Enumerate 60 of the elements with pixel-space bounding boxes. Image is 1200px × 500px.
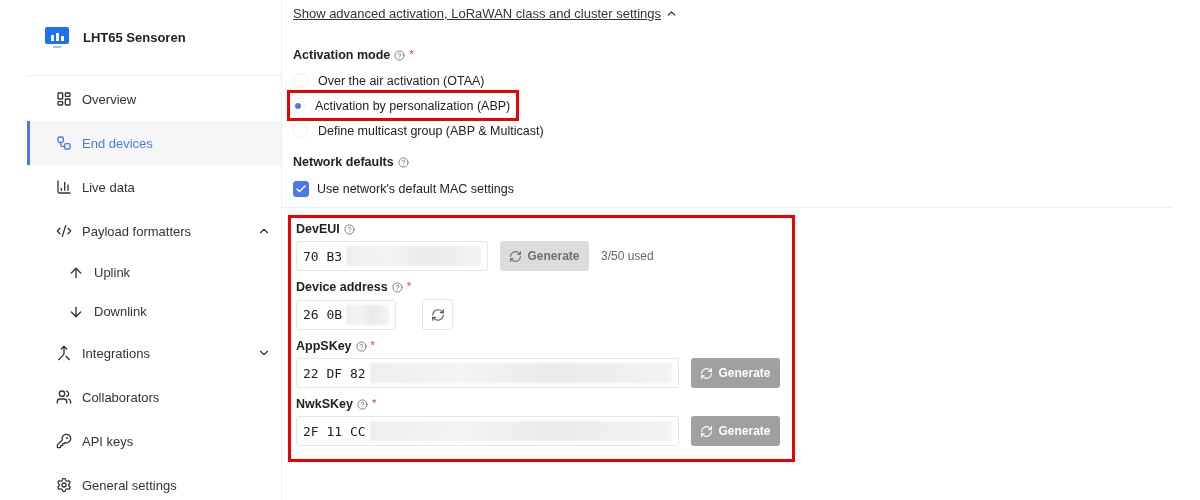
refresh-icon — [430, 307, 445, 322]
help-icon[interactable] — [394, 49, 406, 61]
sidebar-item[interactable]: Live data — [27, 165, 281, 209]
monitor-icon — [45, 26, 69, 49]
field-value: 2F 11 CC — [303, 423, 366, 439]
sidebar-item[interactable]: Downlink — [27, 292, 281, 331]
radio-option[interactable]: Define multicast group (ABP & Multicast) — [293, 118, 550, 143]
required-mark: * — [372, 397, 377, 409]
bar-chart-icon — [56, 179, 72, 195]
network-icon — [56, 135, 72, 151]
field-value: 22 DF 82 — [303, 365, 366, 381]
field-label: DevEUI — [296, 222, 340, 236]
advanced-settings-link[interactable]: Show advanced activation, LoRaWAN class and cluster settings — [293, 6, 662, 21]
settings-icon — [56, 477, 72, 493]
checkbox-label: Use network's default MAC settings — [317, 182, 514, 196]
help-icon[interactable] — [343, 223, 355, 235]
regenerate-button[interactable] — [422, 299, 453, 330]
dashboard-icon — [56, 91, 72, 107]
key-icon — [56, 433, 72, 449]
checkbox[interactable] — [293, 181, 309, 197]
merge-icon — [56, 345, 72, 361]
radio-label: Define multicast group (ABP & Multicast) — [318, 123, 544, 138]
radio-option[interactable]: Activation by personalization (ABP) — [290, 93, 517, 118]
radio-label: Activation by personalization (ABP) — [315, 98, 511, 113]
field-label: NwkSKey — [296, 397, 353, 411]
sidebar-item[interactable]: Overview — [27, 77, 281, 121]
field-label: AppSKey — [296, 339, 352, 353]
input-field[interactable]: 2F 11 CC — [296, 416, 679, 446]
application-title: LHT65 Sensoren — [83, 30, 186, 45]
field-label: Activation mode — [293, 48, 391, 62]
radio-option[interactable]: Over the air activation (OTAA) — [293, 68, 491, 93]
sidebar-item[interactable]: End devices — [27, 121, 281, 165]
help-icon[interactable] — [397, 156, 409, 168]
input-field[interactable]: 26 0B — [296, 299, 396, 330]
check-icon — [295, 183, 307, 195]
sidebar-item[interactable]: API keys — [27, 419, 281, 463]
help-icon[interactable] — [357, 398, 368, 410]
required-mark: * — [409, 48, 414, 60]
field-label: Network defaults — [293, 155, 394, 169]
refresh-icon — [700, 366, 714, 380]
required-mark: * — [370, 339, 375, 351]
people-icon — [56, 389, 72, 405]
refresh-icon — [509, 249, 523, 263]
radio-label: Over the air activation (OTAA) — [318, 73, 485, 88]
help-icon[interactable] — [391, 281, 403, 293]
field-label: Device address — [296, 280, 388, 294]
sidebar-item[interactable]: Integrations — [27, 331, 281, 375]
sidebar-item[interactable]: Collaborators — [27, 375, 281, 419]
sidebar-item[interactable]: Uplink — [27, 253, 281, 292]
input-field[interactable]: 70 B3 — [296, 241, 488, 271]
help-icon[interactable] — [355, 340, 367, 352]
sidebar-item[interactable]: General settings — [27, 463, 281, 500]
required-mark: * — [406, 280, 411, 292]
usage-count: 3/50 used — [601, 249, 654, 263]
field-value: 70 B3 — [303, 248, 343, 264]
sidebar-item[interactable]: Payload formatters — [27, 209, 281, 253]
input-field[interactable]: 22 DF 82 — [296, 358, 679, 388]
code-icon — [56, 223, 72, 239]
refresh-icon — [700, 424, 714, 438]
field-value: 26 0B — [303, 307, 343, 322]
